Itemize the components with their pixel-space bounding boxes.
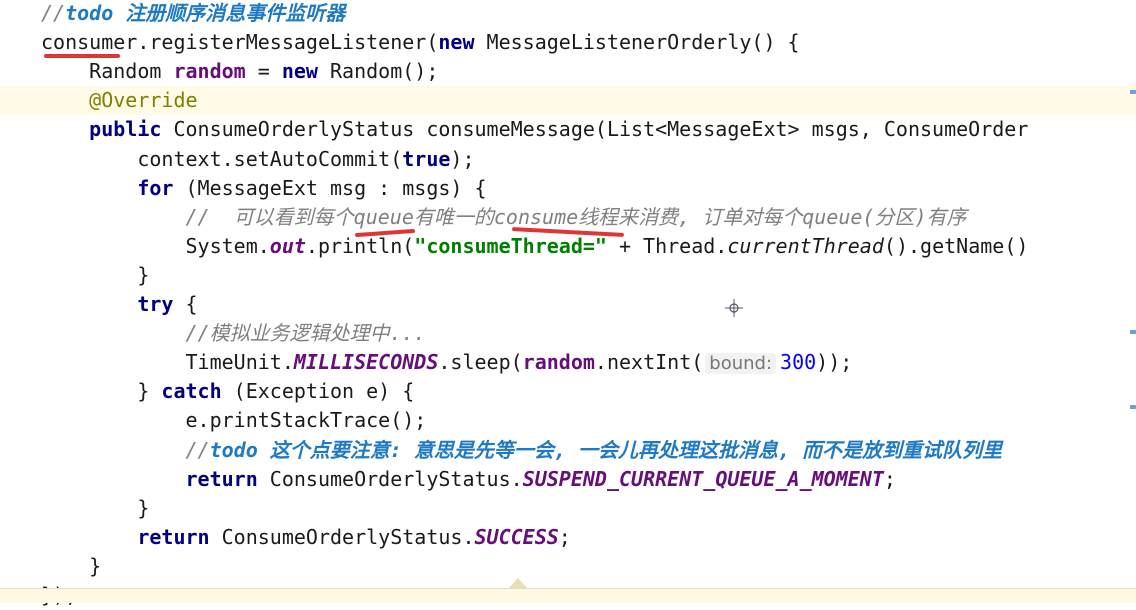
code-token: Random xyxy=(41,59,174,84)
scrollbar-marker[interactable] xyxy=(1130,90,1136,94)
code-token: ; xyxy=(883,466,896,491)
code-token: try xyxy=(41,292,174,316)
code-token: "consumeThread=" xyxy=(414,233,607,258)
code-comment: 这个点要注意: 意思是先等一会, 一会儿再处理这批消息, 而不是放到重试队列里 xyxy=(269,437,1003,462)
code-token: = xyxy=(245,59,282,84)
code-line[interactable]: } xyxy=(0,494,1136,523)
code-comment: todo xyxy=(65,1,126,25)
code-line[interactable]: return ConsumeOrderlyStatus.SUCCESS; xyxy=(0,523,1136,552)
code-token: System. xyxy=(41,233,270,258)
code-comment: 注册顺序消息事件监听器 xyxy=(125,1,346,25)
code-token: MessageListenerOrderly() { xyxy=(474,30,800,55)
code-token: return xyxy=(41,466,258,491)
code-comment: // xyxy=(41,437,210,462)
code-token: .sleep( xyxy=(438,350,523,375)
code-line[interactable]: // 可以看到每个queue有唯一的consume线程来消费, 订单对每个que… xyxy=(0,203,1136,232)
code-token: currentThread xyxy=(727,233,884,258)
code-line[interactable]: TimeUnit.MILLISECONDS.sleep(random.nextI… xyxy=(0,348,1136,377)
code-line[interactable]: try { xyxy=(0,290,1136,319)
code-token: (Exception e) { xyxy=(221,379,415,404)
code-token: context.setAutoCommit( xyxy=(41,146,403,171)
code-line[interactable]: context.setAutoCommit(true); xyxy=(0,145,1136,174)
code-token: } xyxy=(41,379,162,404)
code-token: public xyxy=(41,117,162,142)
code-token: consumer.registerMessageListener( xyxy=(41,30,439,55)
code-token: ConsumeOrderlyStatus. xyxy=(209,524,475,549)
code-token: new xyxy=(281,59,318,84)
code-token: ConsumeOrderlyStatus consumeMessage(List… xyxy=(161,117,1029,142)
code-token: catch xyxy=(161,379,222,404)
code-line[interactable]: @Override xyxy=(0,86,1136,116)
code-token: .nextInt( xyxy=(594,350,704,375)
code-token: new xyxy=(438,30,475,55)
code-token: .println( xyxy=(305,233,415,258)
code-token: return xyxy=(41,524,210,549)
code-token: ); xyxy=(450,146,475,171)
code-token: + Thread. xyxy=(606,233,728,258)
code-token: TimeUnit. xyxy=(41,350,294,375)
code-token: random xyxy=(522,350,595,375)
tooltip-popup xyxy=(0,588,1136,603)
code-token: e.printStackTrace(); xyxy=(41,408,427,433)
code-line[interactable]: return ConsumeOrderlyStatus.SUSPEND_CURR… xyxy=(0,465,1136,494)
code-token: ConsumeOrderlyStatus. xyxy=(257,466,523,491)
code-line[interactable]: } xyxy=(0,552,1136,581)
code-token: } xyxy=(41,495,150,520)
code-line[interactable]: //todo 这个点要注意: 意思是先等一会, 一会儿再处理这批消息, 而不是放… xyxy=(0,436,1136,465)
code-comment: todo xyxy=(209,437,270,462)
scrollbar-marker[interactable] xyxy=(1130,330,1136,334)
code-comment: // 可以看到每个queue有唯一的consume线程来消费, 订单对每个que… xyxy=(41,204,967,229)
code-line[interactable]: System.out.println("consumeThread=" + Th… xyxy=(0,232,1136,261)
code-line[interactable]: //模拟业务逻辑处理中... xyxy=(0,319,1136,348)
code-token: out xyxy=(269,233,306,258)
code-token: } xyxy=(41,262,150,287)
parameter-hint: bound: xyxy=(705,353,777,375)
code-token: Random(); xyxy=(317,59,439,84)
scrollbar-marker[interactable] xyxy=(1130,405,1136,409)
code-token: SUCCESS xyxy=(474,524,559,549)
code-line[interactable]: consumer.registerMessageListener(new Mes… xyxy=(0,28,1136,57)
code-token: )); xyxy=(816,350,853,375)
code-line[interactable]: Random random = new Random(); xyxy=(0,57,1136,86)
code-line[interactable]: //todo 注册顺序消息事件监听器 xyxy=(0,0,1136,28)
code-token: SUSPEND_CURRENT_QUEUE_A_MOMENT xyxy=(522,466,884,491)
code-line[interactable]: public ConsumeOrderlyStatus consumeMessa… xyxy=(0,115,1136,144)
code-token: for xyxy=(41,175,174,200)
code-comment: //模拟业务逻辑处理中... xyxy=(41,321,426,346)
crosshair-icon xyxy=(725,299,743,317)
code-token: random xyxy=(173,59,246,84)
number-literal: 300 xyxy=(780,350,817,375)
code-line[interactable]: } xyxy=(0,261,1136,290)
code-comment: // xyxy=(41,1,66,25)
code-token: true xyxy=(402,146,451,171)
annotation-underline-consumer xyxy=(44,54,120,58)
code-token: ().getName() xyxy=(883,233,1029,258)
code-token: } xyxy=(41,553,102,578)
code-token: (MessageExt msg : msgs) { xyxy=(173,175,487,200)
code-token: @Override xyxy=(41,88,198,113)
code-line[interactable]: } catch (Exception e) { xyxy=(0,377,1136,406)
code-editor[interactable]: //todo 注册顺序消息事件监听器 consumer.registerMessa… xyxy=(0,0,1136,607)
code-line[interactable]: for (MessageExt msg : msgs) { xyxy=(0,174,1136,203)
code-token: ; xyxy=(558,524,571,549)
code-token: MILLISECONDS xyxy=(293,350,439,375)
code-line[interactable]: e.printStackTrace(); xyxy=(0,406,1136,435)
code-token: { xyxy=(173,292,198,316)
